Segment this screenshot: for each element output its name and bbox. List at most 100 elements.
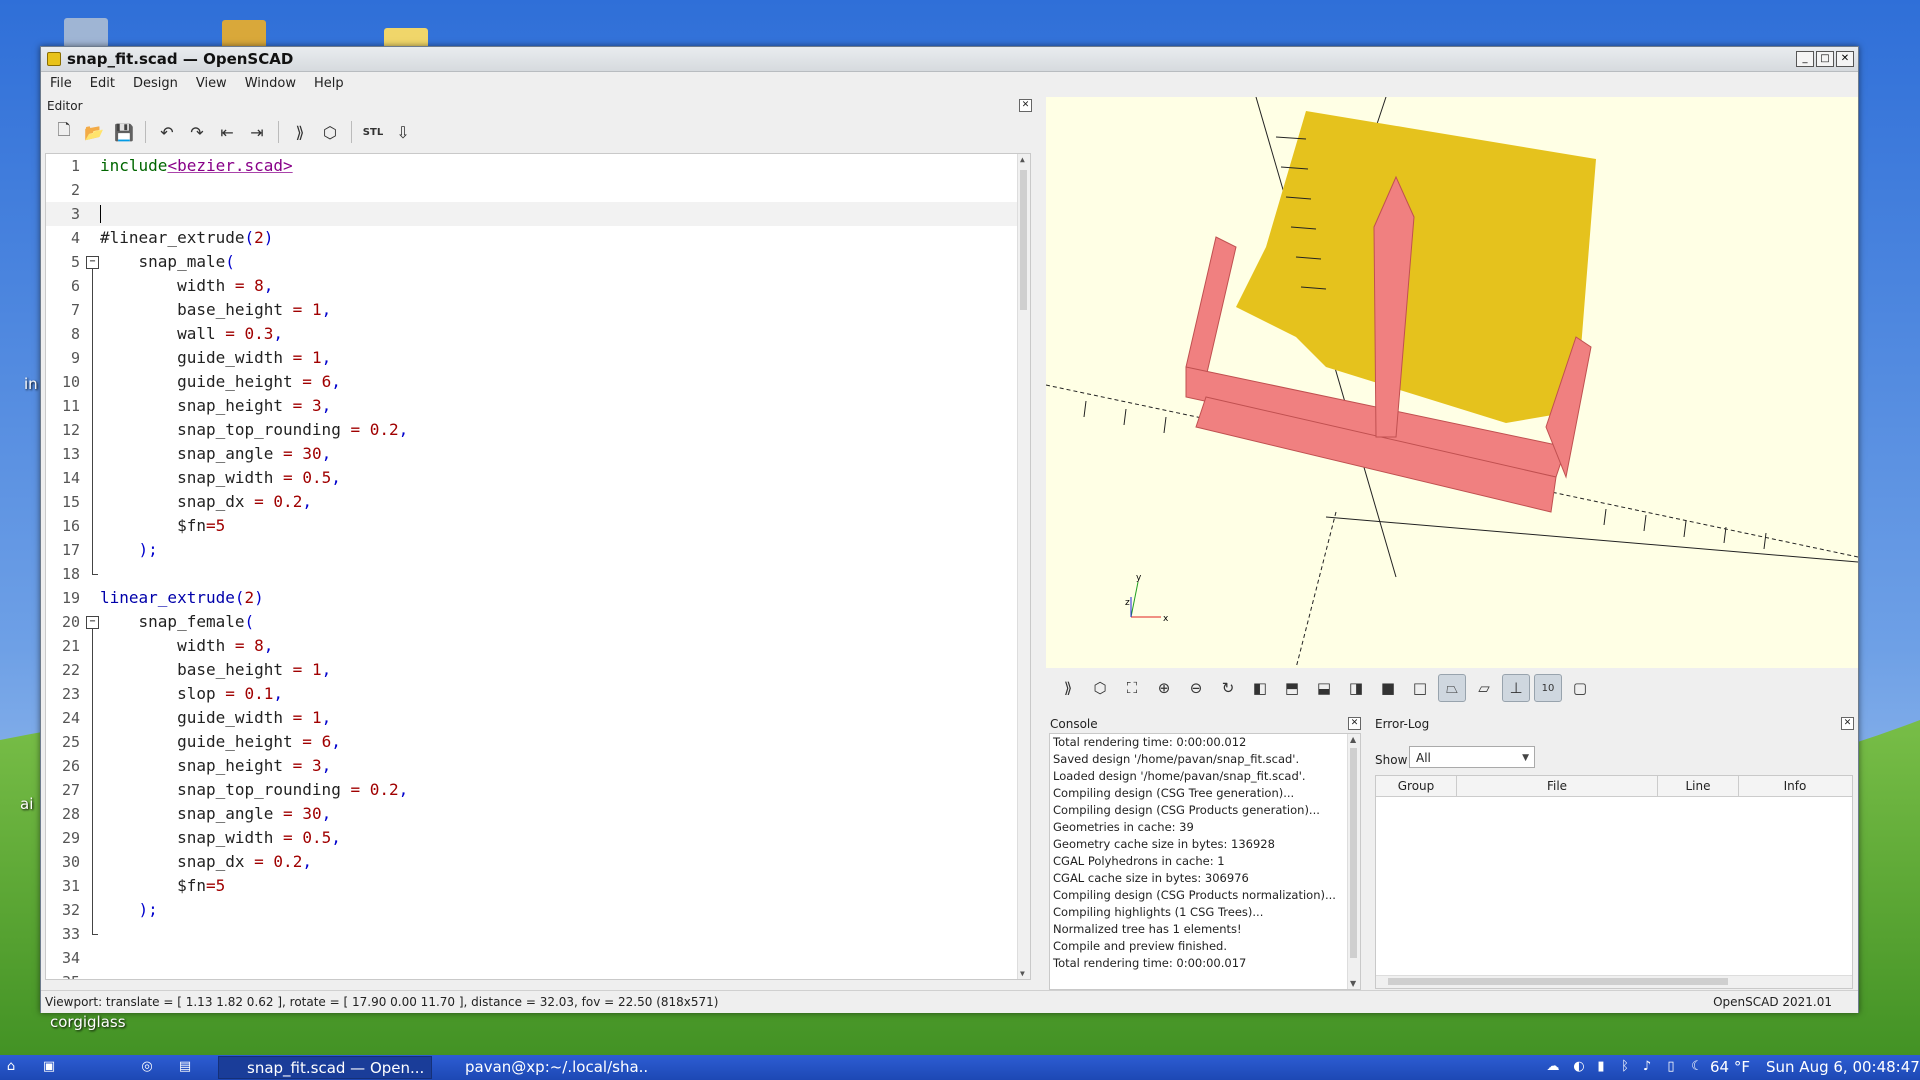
console-scroll-thumb[interactable] <box>1350 748 1357 958</box>
render-icon[interactable]: ⬡ <box>1086 674 1114 702</box>
code-line[interactable]: 22 base_height = 1, <box>46 658 1020 682</box>
indent-icon[interactable]: ⇥ <box>244 119 270 145</box>
view-top-icon[interactable]: ⬒ <box>1278 674 1306 702</box>
code-line[interactable]: 34 <box>46 946 1020 970</box>
volume-icon[interactable]: ♪ <box>1640 1060 1654 1074</box>
code-line[interactable]: 8 wall = 0.3, <box>46 322 1020 346</box>
task-openscad[interactable]: snap_fit.scad — Open... <box>218 1056 432 1079</box>
errorlog-table[interactable]: Group File Line Info <box>1375 775 1853 989</box>
render-icon[interactable]: ⬡ <box>317 119 343 145</box>
code-line[interactable]: 21 width = 8, <box>46 634 1020 658</box>
code-line[interactable]: 2 <box>46 178 1020 202</box>
code-line[interactable]: 5 snap_male(− <box>46 250 1020 274</box>
menu-edit[interactable]: Edit <box>81 76 124 91</box>
network-icon[interactable]: ☁ <box>1546 1060 1560 1074</box>
reset-view-icon[interactable]: ↻ <box>1214 674 1242 702</box>
view-all-icon[interactable]: ⛶ <box>1118 674 1146 702</box>
column-group[interactable]: Group <box>1376 776 1457 796</box>
desktop-computer-icon[interactable] <box>64 18 108 48</box>
desktop-label-corgiglass[interactable]: corgiglass <box>50 1013 126 1031</box>
weather-icon[interactable]: ☾ <box>1690 1060 1704 1074</box>
menu-window[interactable]: Window <box>236 76 305 91</box>
code-line[interactable]: 29 snap_width = 0.5, <box>46 826 1020 850</box>
code-line[interactable]: 31 $fn=5 <box>46 874 1020 898</box>
menu-view[interactable]: View <box>187 76 236 91</box>
code-line[interactable]: 25 guide_height = 6, <box>46 730 1020 754</box>
scroll-up-arrow[interactable]: ▲ <box>1350 735 1356 744</box>
code-line[interactable]: 33 <box>46 922 1020 946</box>
code-line[interactable]: 9 guide_width = 1, <box>46 346 1020 370</box>
code-line[interactable]: 15 snap_dx = 0.2, <box>46 490 1020 514</box>
view-right-icon[interactable]: ◧ <box>1246 674 1274 702</box>
code-line[interactable]: 14 snap_width = 0.5, <box>46 466 1020 490</box>
title-bar[interactable]: snap_fit.scad — OpenSCAD _ □ ✕ <box>41 47 1858 72</box>
code-line[interactable]: 10 guide_height = 6, <box>46 370 1020 394</box>
preview-icon[interactable]: ⟫ <box>287 119 313 145</box>
code-line[interactable]: 7 base_height = 1, <box>46 298 1020 322</box>
maximize-button[interactable]: □ <box>1816 51 1834 67</box>
code-line[interactable]: 17 ); <box>46 538 1020 562</box>
code-line[interactable]: 30 snap_dx = 0.2, <box>46 850 1020 874</box>
signal-icon[interactable]: ▮ <box>1594 1060 1608 1074</box>
zoom-out-icon[interactable]: ⊖ <box>1182 674 1210 702</box>
view-left-icon[interactable]: ◨ <box>1342 674 1370 702</box>
code-line[interactable]: 27 snap_top_rounding = 0.2, <box>46 778 1020 802</box>
errorlog-scroll-thumb[interactable] <box>1388 978 1728 985</box>
code-line[interactable]: 6 width = 8, <box>46 274 1020 298</box>
console-close-icon[interactable]: ✕ <box>1348 717 1361 730</box>
close-button[interactable]: ✕ <box>1836 51 1854 67</box>
show-axes-icon[interactable]: ⊥ <box>1502 674 1530 702</box>
bluetooth-icon[interactable]: ᛒ <box>1618 1060 1632 1074</box>
scroll-down-arrow[interactable]: ▼ <box>1020 969 1025 978</box>
editor-close-icon[interactable]: ✕ <box>1019 99 1032 112</box>
clock[interactable]: Sun Aug 6, 00:48:47 <box>1766 1055 1920 1080</box>
scroll-up-arrow[interactable]: ▲ <box>1020 155 1025 164</box>
editor-scroll-thumb[interactable] <box>1020 170 1027 310</box>
code-line[interactable]: 20 snap_female(− <box>46 610 1020 634</box>
errorlog-close-icon[interactable]: ✕ <box>1841 717 1854 730</box>
file-manager-icon[interactable]: ▤ <box>178 1060 192 1074</box>
editor-vertical-scrollbar[interactable]: ▲ ▼ <box>1017 154 1030 979</box>
code-editor[interactable]: 1 include<bezier.scad> 2 3 4 #linear_extrude(… <box>45 153 1031 980</box>
menu-design[interactable]: Design <box>124 76 187 91</box>
open-file-icon[interactable]: 📂 <box>81 119 107 145</box>
column-line[interactable]: Line <box>1658 776 1739 796</box>
code-line[interactable]: 4 #linear_extrude(2) <box>46 226 1020 250</box>
view-back-icon[interactable]: □ <box>1406 674 1434 702</box>
3d-viewport[interactable]: x y z <box>1046 97 1858 668</box>
code-line[interactable]: 3 <box>46 202 1020 226</box>
view-front-icon[interactable]: ■ <box>1374 674 1402 702</box>
code-line[interactable]: 26 snap_height = 3, <box>46 754 1020 778</box>
code-line[interactable]: 28 snap_angle = 30, <box>46 802 1020 826</box>
perspective-icon[interactable]: ⏢ <box>1438 674 1466 702</box>
show-filter-select[interactable]: All ▼ <box>1409 746 1535 768</box>
show-edges-icon[interactable]: ▢ <box>1566 674 1594 702</box>
browser-icon[interactable]: ◎ <box>140 1060 154 1074</box>
code-line[interactable]: 23 slop = 0.1, <box>46 682 1020 706</box>
orthogonal-icon[interactable]: ▱ <box>1470 674 1498 702</box>
send-to-print-icon[interactable]: ⇩ <box>390 119 416 145</box>
column-file[interactable]: File <box>1457 776 1658 796</box>
scroll-down-arrow[interactable]: ▼ <box>1350 979 1356 988</box>
code-line[interactable]: 13 snap_angle = 30, <box>46 442 1020 466</box>
task-terminal[interactable]: pavan@xp:~/.local/sha... <box>437 1056 647 1079</box>
code-line[interactable]: 32 ); <box>46 898 1020 922</box>
code-line[interactable]: 1 include<bezier.scad> <box>46 154 1020 178</box>
undo-icon[interactable]: ↶ <box>154 119 180 145</box>
menu-file[interactable]: File <box>41 76 81 91</box>
view-bottom-icon[interactable]: ⬓ <box>1310 674 1338 702</box>
unindent-icon[interactable]: ⇤ <box>214 119 240 145</box>
sync-icon[interactable]: ◐ <box>1572 1060 1586 1074</box>
start-menu-icon[interactable]: ⌂ <box>4 1060 18 1074</box>
code-line[interactable]: 35 <box>46 970 1020 979</box>
temperature-label[interactable]: 64 °F <box>1710 1055 1750 1080</box>
code-line[interactable]: 18 <box>46 562 1020 586</box>
code-line[interactable]: 16 $fn=5 <box>46 514 1020 538</box>
code-line[interactable]: 12 snap_top_rounding = 0.2, <box>46 418 1020 442</box>
zoom-in-icon[interactable]: ⊕ <box>1150 674 1178 702</box>
console-output[interactable]: Total rendering time: 0:00:00.012 Saved d… <box>1049 733 1361 990</box>
menu-help[interactable]: Help <box>305 76 353 91</box>
errorlog-horizontal-scrollbar[interactable] <box>1376 975 1852 988</box>
redo-icon[interactable]: ↷ <box>184 119 210 145</box>
minimize-button[interactable]: _ <box>1796 51 1814 67</box>
